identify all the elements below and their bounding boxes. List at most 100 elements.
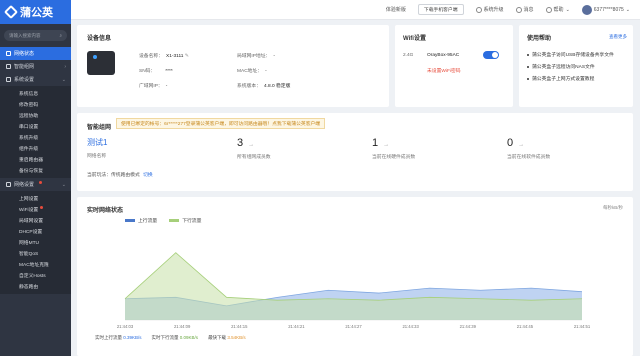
submenu-system-info[interactable]: 系统信息 — [0, 88, 71, 99]
sidebar-item-system[interactable]: 系统设置 ⌄ — [0, 73, 71, 86]
device-mac-label: MAC地址： — [237, 69, 263, 74]
device-info-card: 设备信息 设备名称： X1-3111 ✎ SN码： **** 广域网IP： - 局域网… — [77, 25, 389, 107]
device-wan: 广域网IP： - — [139, 82, 167, 89]
help-item[interactable]: 蒲公英盒子远程访问NAS文件 — [527, 63, 631, 70]
traffic-summary: 实时上行流量 0.39KB/s 实时下行流量 0.09KB/s 最快下载 3.5… — [95, 335, 246, 341]
members-total-label: 所有组网成员数 — [237, 155, 271, 160]
submenu-component-upgrade[interactable]: 组件升级 — [0, 143, 71, 154]
legend-up-label: 上行流量 — [138, 219, 158, 224]
device-mac-value: - — [265, 69, 267, 74]
help-more-link[interactable]: 查看更多 — [609, 34, 627, 40]
legend-down[interactable]: 下行流量 — [169, 217, 201, 224]
device-sn: SN码： **** — [139, 67, 173, 74]
wifi-title: Wifi设置 — [403, 36, 426, 42]
play-mode: 当前玩法：传统路由模式 切换 — [87, 171, 153, 178]
chevron-down-icon: ⌄ — [61, 181, 66, 188]
device-mac: MAC地址： - — [237, 67, 267, 74]
wifi-toggle[interactable] — [483, 51, 499, 59]
top-bar: 体验新版 下载手机客户端 系统升级 消息 帮助 ⌄ 6377****8075 ⌄ — [71, 0, 640, 20]
globe-icon — [6, 182, 11, 187]
arrow-right-icon[interactable]: → — [518, 142, 524, 148]
sidebar-item-label: 系统设置 — [14, 77, 35, 83]
current-down-value: 0.09KB/s — [179, 335, 199, 340]
sidebar: 蒲公英 请输入搜索内容 ⌕ 网络状态 智能组网 › 系统设置 ⌄ 系统信息 修改… — [0, 0, 71, 356]
edit-icon[interactable]: ✎ — [185, 54, 189, 59]
submenu-remote-assist[interactable]: 远程协助 — [0, 110, 71, 121]
submenu-hosts[interactable]: 自定义Hosts — [0, 270, 71, 281]
messages-label: 消息 — [523, 7, 534, 13]
wifi-warning[interactable]: 未设置WiFi密码 — [427, 67, 461, 74]
device-info-title: 设备信息 — [87, 36, 112, 42]
smartnet-title: 智能组网 — [87, 125, 112, 131]
logo-text: 蒲公英 — [20, 7, 53, 19]
submenu-static-route[interactable]: 静态路由 — [0, 281, 71, 292]
smartnet-notice[interactable]: 使用已绑定的帐号：6r*****277登录蒲公英客户端，即可访问路由器哦！点我下… — [116, 118, 326, 129]
messages-link[interactable]: 消息 — [515, 6, 534, 13]
device-version-value: 4.8.0 稳定版 — [264, 84, 291, 89]
help-title: 使用帮助 — [527, 36, 552, 42]
traffic-unit-note: 每秒kB/秒 — [602, 205, 623, 210]
series-area-1 — [125, 252, 582, 320]
router-image — [87, 51, 115, 75]
network-name-stat: 测试1 网络名称 — [87, 137, 207, 159]
members-total-value: 3 — [237, 137, 244, 149]
submenu-wifi[interactable]: WiFi设置 — [0, 204, 71, 215]
search-icon[interactable]: ⌕ — [59, 33, 62, 38]
current-up: 实时上行流量 0.39KB/s — [95, 335, 142, 341]
arrow-right-icon[interactable]: → — [383, 142, 389, 148]
submenu-mtu[interactable]: 网络MTU — [0, 237, 71, 248]
submenu-backup-restore[interactable]: 备份与恢复 — [0, 165, 71, 176]
bell-icon — [515, 6, 522, 13]
submenu-serial-settings[interactable]: 串口设置 — [0, 121, 71, 132]
members-hw-stat: 1 → 当前在线硬件成员数 — [372, 137, 492, 160]
x-tick-label: 21:44:45 — [517, 324, 534, 329]
help-item[interactable]: 蒲公英盒子访问USB存储设备共享文件 — [527, 51, 631, 58]
network-name-label: 网络名称 — [87, 154, 107, 159]
device-wan-value: - — [165, 84, 168, 89]
help-link[interactable]: 帮助 ⌄ — [545, 6, 570, 13]
submenu-qos[interactable]: 智能QoS — [0, 248, 71, 259]
network-name[interactable]: 测试1 — [87, 137, 207, 148]
sidebar-item-smartnet[interactable]: 智能组网 › — [0, 60, 71, 73]
device-wan-label: 广域网IP： — [139, 84, 163, 89]
upgrade-icon — [475, 6, 482, 13]
sidebar-item-network-status[interactable]: 网络状态 — [0, 47, 71, 60]
submenu-lan[interactable]: 局域网设置 — [0, 215, 71, 226]
submenu-system-upgrade[interactable]: 系统升级 — [0, 132, 71, 143]
chevron-down-icon: ⌄ — [565, 6, 570, 13]
submenu-reboot[interactable]: 重启路由器 — [0, 154, 71, 165]
account-name: 6377****8075 — [593, 6, 624, 13]
legend-up-swatch — [125, 219, 135, 222]
device-version-label: 系统版本： — [237, 84, 261, 89]
arrow-right-icon[interactable]: → — [248, 142, 254, 148]
notification-dot — [40, 206, 44, 209]
submenu-change-password[interactable]: 修改密码 — [0, 99, 71, 110]
logo-icon — [3, 4, 19, 20]
app-logo[interactable]: 蒲公英 — [0, 0, 71, 24]
sidebar-search-input[interactable]: 请输入搜索内容 ⌕ — [4, 30, 67, 41]
play-mode-switch[interactable]: 切换 — [143, 173, 153, 178]
wifi-card: Wifi设置 2.4G OrayBox-95AC 未设置WiFi密码 — [395, 25, 513, 107]
network-submenu: 上网设置 WiFi设置 局域网设置 DHCP设置 网络MTU 智能QoS MAC… — [0, 191, 71, 294]
help-label: 帮助 — [553, 7, 564, 13]
classic-version-link[interactable]: 体验新版 — [386, 6, 406, 13]
sidebar-item-label: 智能组网 — [14, 64, 35, 70]
upgrade-link[interactable]: 系统升级 — [475, 6, 504, 13]
network-icon — [6, 64, 11, 69]
sidebar-item-network-settings[interactable]: 网络设置 ⌄ — [0, 178, 71, 191]
members-sw-value: 0 — [507, 137, 514, 149]
members-total-stat: 3 → 所有组网成员数 — [237, 137, 357, 160]
device-name-label: 设备名称： — [139, 54, 163, 59]
sidebar-item-label: 网络状态 — [14, 51, 35, 57]
max-down-label: 最快下载 — [208, 335, 227, 340]
submenu-mac-clone[interactable]: MAC地址克隆 — [0, 259, 71, 270]
account-menu[interactable]: 6377****8075 ⌄ — [581, 4, 630, 15]
submenu-dhcp[interactable]: DHCP设置 — [0, 226, 71, 237]
device-version: 系统版本： 4.8.0 稳定版 — [237, 82, 290, 89]
x-tick-label: 21:44:21 — [288, 324, 305, 329]
help-item[interactable]: 蒲公英盒子上网方式设置教程 — [527, 75, 631, 82]
legend-up[interactable]: 上行流量 — [125, 217, 157, 224]
download-app-button[interactable]: 下载手机客户端 — [417, 4, 464, 15]
members-total-row: 3 → — [237, 137, 357, 149]
submenu-internet[interactable]: 上网设置 — [0, 193, 71, 204]
